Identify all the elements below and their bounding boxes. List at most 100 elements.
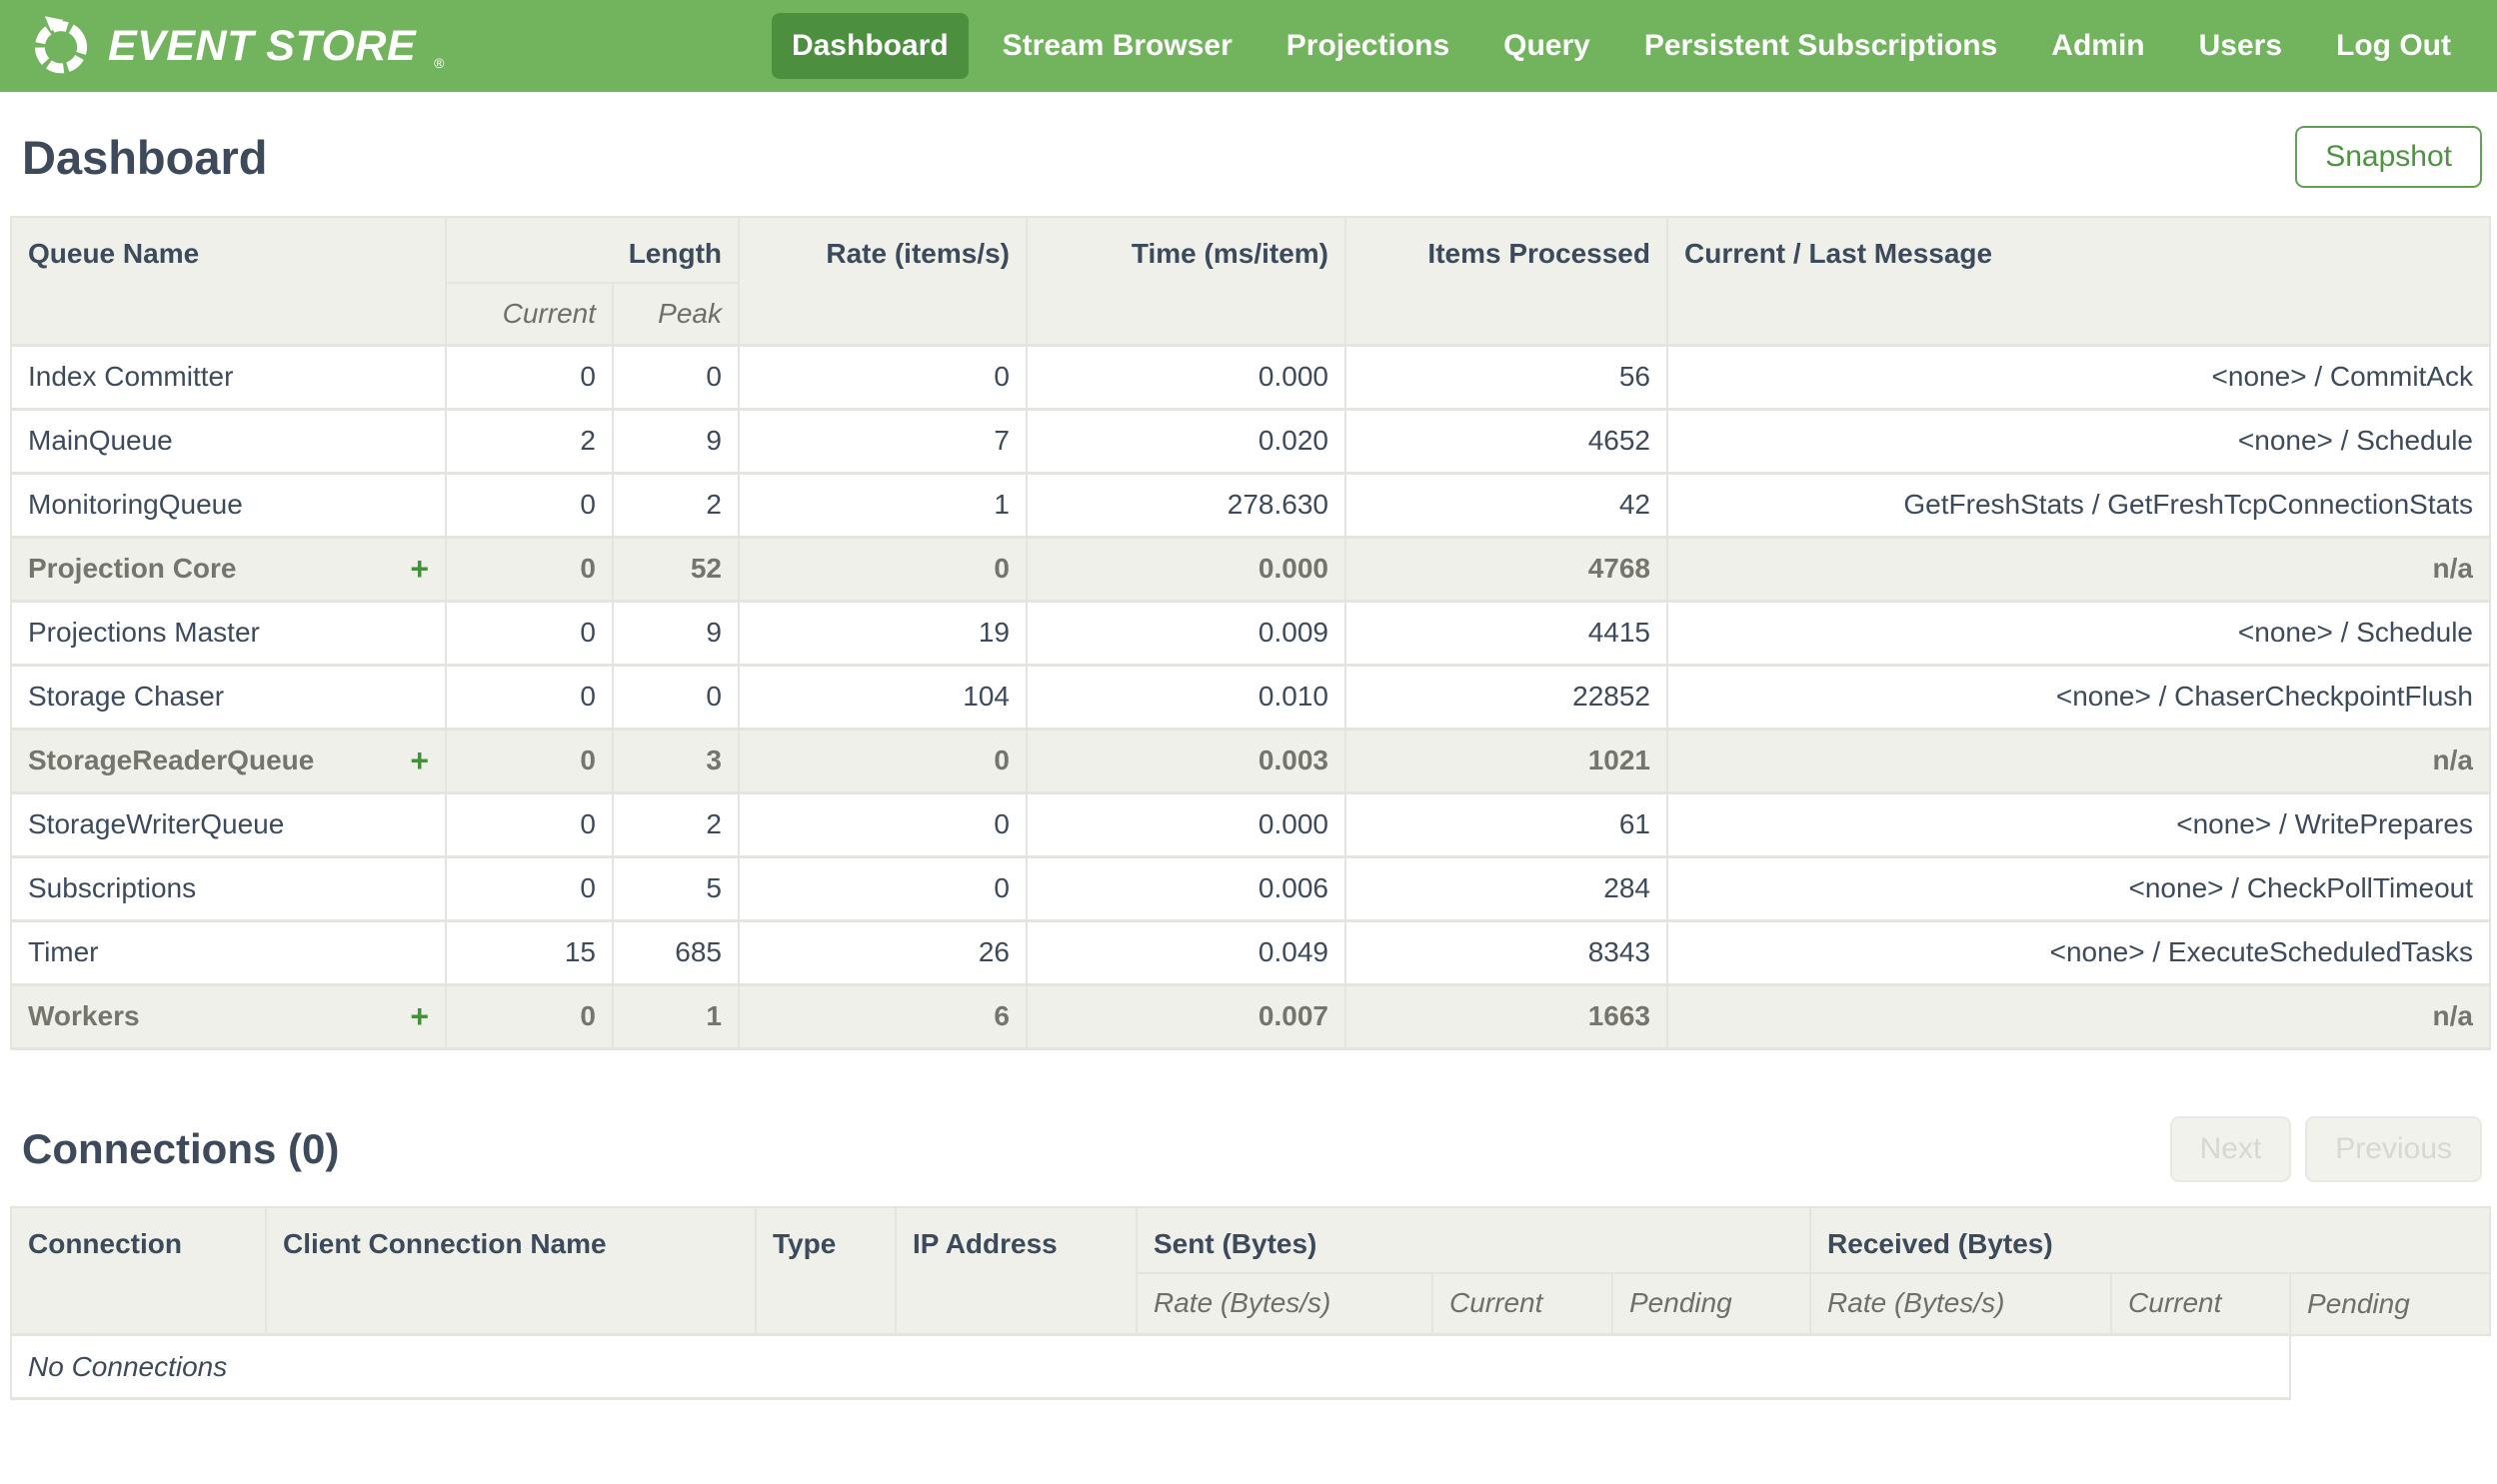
nav-item-logout[interactable]: Log Out: [2316, 13, 2471, 79]
queue-items-processed: 61: [1344, 790, 1668, 858]
queues-table-body: Index Committer 0 0 0 0.000 56 <none> / Commit…: [10, 343, 2491, 1050]
queue-items-processed: 1021: [1344, 727, 1668, 794]
col-header-sent: Sent (Bytes): [1135, 1205, 1812, 1274]
queue-time: 0.000: [1026, 535, 1346, 603]
col-header-time: Time (ms/item): [1026, 216, 1346, 346]
queue-time: 0.000: [1026, 790, 1346, 858]
queue-rate: 7: [738, 407, 1028, 475]
queue-length-peak: 0: [612, 663, 740, 731]
queue-length-peak: 5: [612, 854, 740, 922]
nav-item-users[interactable]: Users: [2179, 13, 2302, 79]
queue-time: 0.003: [1026, 727, 1346, 794]
queue-message: GetFreshStats / GetFreshTcpConnectionSta…: [1666, 471, 2491, 539]
queue-name-cell: Index Committer: [10, 343, 447, 411]
queue-name: Subscriptions: [28, 872, 197, 903]
queue-message: <none> / WritePrepares: [1666, 790, 2491, 858]
queue-items-processed: 4652: [1344, 407, 1668, 475]
queue-items-processed: 4768: [1344, 535, 1668, 603]
queue-rate: 6: [738, 982, 1028, 1050]
nav-menu: Dashboard Stream Browser Projections Que…: [771, 13, 2471, 79]
queue-length-current: 0: [445, 727, 614, 794]
queue-row: Timer 15 685 26 0.049 8343 <none> / ExecuteSch…: [10, 918, 2491, 986]
connections-table-header: Connection Client Connection Name Type I…: [10, 1205, 2492, 1336]
queue-row: Projections Master 0 9 19 0.009 4415 <none> / …: [10, 599, 2491, 667]
queue-rate: 104: [738, 663, 1028, 731]
queue-length-peak: 2: [612, 790, 740, 858]
col-header-length: Length: [445, 216, 740, 284]
queue-name: Storage Chaser: [28, 681, 225, 712]
queue-time: 0.006: [1026, 854, 1346, 922]
queue-message: <none> / Schedule: [1666, 407, 2491, 475]
queue-items-processed: 22852: [1344, 663, 1668, 731]
snapshot-button[interactable]: Snapshot: [2295, 126, 2482, 188]
expand-plus-icon[interactable]: +: [410, 1000, 429, 1032]
queue-items-processed: 4415: [1344, 599, 1668, 667]
col-header-connection: Connection: [10, 1205, 267, 1336]
queue-name: Index Committer: [28, 361, 234, 392]
queue-row: MainQueue 2 9 7 0.020 4652 <none> / Schedule: [10, 407, 2491, 475]
connections-title: Connections (0): [22, 1124, 340, 1172]
queue-name: Projection Core: [28, 553, 237, 584]
queue-length-current: 15: [445, 918, 614, 986]
queue-message: n/a: [1666, 727, 2491, 794]
queue-length-current: 0: [445, 790, 614, 858]
queue-name: Workers: [28, 1000, 140, 1031]
col-subheader-current: Current: [445, 282, 614, 346]
top-navbar: EVENT STORE ® Dashboard Stream Browser P…: [0, 0, 2497, 92]
connections-header: Connections (0) Next Previous: [22, 1115, 2482, 1182]
queue-time: 0.020: [1026, 407, 1346, 475]
queue-rate: 26: [738, 918, 1028, 986]
queue-message: <none> / CheckPollTimeout: [1666, 854, 2491, 922]
nav-item-dashboard[interactable]: Dashboard: [771, 13, 969, 79]
previous-button[interactable]: Previous: [2305, 1115, 2482, 1182]
queue-time: 0.049: [1026, 918, 1346, 986]
nav-item-projections[interactable]: Projections: [1266, 13, 1469, 79]
expand-plus-icon[interactable]: +: [410, 744, 429, 776]
col-header-ip: IP Address: [895, 1205, 1138, 1336]
queue-row: StorageWriterQueue 0 2 0 0.000 61 <none> / Wri…: [10, 790, 2491, 858]
queue-items-processed: 56: [1344, 343, 1668, 411]
expand-plus-icon[interactable]: +: [410, 553, 429, 585]
page-header: Dashboard Snapshot: [0, 92, 2497, 216]
queue-length-current: 0: [445, 535, 614, 603]
queue-row: Index Committer 0 0 0 0.000 56 <none> / Commit…: [10, 343, 2491, 411]
connections-table-body: No Connections: [9, 1333, 2490, 1400]
queue-group-row: StorageReaderQueue +0 3 0 0.003 1021 n/a: [10, 727, 2491, 794]
queue-rate: 0: [738, 727, 1028, 794]
no-connections-row: No Connections: [9, 1333, 2490, 1400]
queue-rate: 1: [738, 471, 1028, 539]
queue-name-cell: Timer: [10, 918, 447, 986]
queue-message: <none> / ExecuteScheduledTasks: [1666, 918, 2491, 986]
queue-items-processed: 1663: [1344, 982, 1668, 1050]
next-button[interactable]: Next: [2169, 1115, 2292, 1182]
queue-length-peak: 9: [612, 407, 740, 475]
col-subheader-sent-current: Current: [1431, 1271, 1613, 1336]
nav-item-persistent-subscriptions[interactable]: Persistent Subscriptions: [1624, 13, 2017, 79]
queue-items-processed: 42: [1344, 471, 1668, 539]
queue-row: Storage Chaser 0 0 104 0.010 22852 <none> / Ch…: [10, 663, 2491, 731]
queue-message: n/a: [1666, 982, 2491, 1050]
col-subheader-sent-pending: Pending: [1610, 1271, 1812, 1336]
queue-message: n/a: [1666, 535, 2491, 603]
queue-time: 0.007: [1026, 982, 1346, 1050]
queue-time: 278.630: [1026, 471, 1346, 539]
col-header-queue-name: Queue Name: [10, 216, 447, 346]
nav-item-query[interactable]: Query: [1483, 13, 1610, 79]
queue-length-peak: 0: [612, 343, 740, 411]
queue-length-current: 0: [445, 343, 614, 411]
col-subheader-received-current: Current: [2110, 1271, 2292, 1336]
queue-name: StorageReaderQueue: [28, 744, 315, 775]
queue-name-cell: StorageReaderQueue +: [10, 727, 447, 794]
queue-length-current: 0: [445, 663, 614, 731]
nav-item-stream-browser[interactable]: Stream Browser: [983, 13, 1252, 79]
queue-message: <none> / ChaserCheckpointFlush: [1666, 663, 2491, 731]
col-subheader-received-pending: Pending: [2289, 1271, 2492, 1336]
connections-pager: Next Previous: [2169, 1115, 2482, 1182]
queue-message: <none> / CommitAck: [1666, 343, 2491, 411]
queue-items-processed: 284: [1344, 854, 1668, 922]
queue-name-cell: Subscriptions: [10, 854, 447, 922]
nav-item-admin[interactable]: Admin: [2031, 13, 2164, 79]
col-header-items-processed: Items Processed: [1344, 216, 1668, 346]
queue-length-current: 2: [445, 407, 614, 475]
queue-length-current: 0: [445, 854, 614, 922]
